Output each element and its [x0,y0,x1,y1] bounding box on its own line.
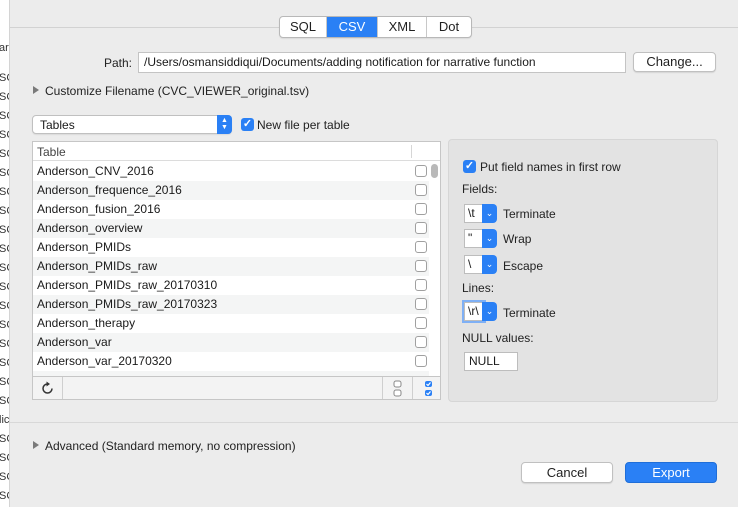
dropdown-chevron-icon[interactable]: ⌄ [482,255,497,274]
disclosure-triangle-icon[interactable] [33,441,39,449]
dropdown-chevron-icon[interactable]: ⌄ [482,204,497,223]
row-checkbox[interactable] [415,165,427,177]
table-row[interactable]: Anderson_fusion_2016 [33,200,429,219]
row-checkbox[interactable] [415,260,427,272]
table-name: Anderson_fusion_2016 [37,202,161,216]
format-segmented-control[interactable]: SQL CSV XML Dot [279,16,472,38]
disclosure-triangle-icon[interactable] [33,86,39,94]
table-row[interactable]: Anderson_PMIDs_raw_20170323 [33,295,429,314]
tab-sql[interactable]: SQL [280,17,327,37]
table-name: Anderson_CNV_2016 [37,164,154,178]
lines-label: Lines: [462,281,495,295]
popup-arrows-icon: ▲ ▼ [217,115,232,134]
deselect-all-icon [393,380,402,397]
null-values-label: NULL values: [462,331,534,345]
table-row[interactable]: Anderson_PMIDs_raw [33,257,429,276]
advanced-options-label[interactable]: Advanced (Standard memory, no compressio… [45,439,296,453]
refresh-button[interactable] [33,377,63,399]
field-terminate-input[interactable]: \t [464,204,484,223]
export-button[interactable]: Export [625,462,717,483]
table-row[interactable]: Anderson_CNV_2016 [33,162,429,181]
tab-csv[interactable]: CSV [327,17,378,37]
table-footer-bar [33,376,440,399]
row-checkbox[interactable] [415,298,427,310]
table-name: Anderson_var_20170320 [37,354,172,368]
tab-dot[interactable]: Dot [427,17,471,37]
lines-terminate-label: Terminate [503,306,556,320]
table-name: Anderson_frequence_2016 [37,183,182,197]
table-name: Anderson_therapy [37,316,136,330]
table-name: Anderson_overview [37,221,143,235]
cancel-button[interactable]: Cancel [521,462,613,483]
row-checkbox[interactable] [415,241,427,253]
table-name: Anderson_PMIDs_raw_20170310 [37,278,218,292]
path-label: Path: [104,56,133,70]
customize-filename-label[interactable]: Customize Filename (CVC_VIEWER_original.… [45,84,309,98]
field-escape-input[interactable]: \ [464,255,484,274]
table-column-header[interactable]: Table [37,145,66,159]
row-checkbox[interactable] [415,203,427,215]
dropdown-chevron-icon[interactable]: ⌄ [482,229,497,248]
tables-list[interactable]: Table Anderson_CNV_2016 Anderson_frequen… [32,141,441,400]
deselect-all-button[interactable] [382,377,412,399]
table-row[interactable]: Anderson_PMIDs_raw_20170310 [33,276,429,295]
row-checkbox[interactable] [415,336,427,348]
tab-xml[interactable]: XML [378,17,427,37]
table-row[interactable]: Anderson_frequence_2016 [33,181,429,200]
background-window-strip: arl SC SC SC SC SC SC SC SC SC SC SC SC … [0,0,10,507]
table-row[interactable]: Anderson_overview [33,219,429,238]
row-checkbox[interactable] [415,222,427,234]
field-wrap-input[interactable]: " [464,229,484,248]
path-field[interactable]: /Users/osmansiddiqui/Documents/adding no… [138,52,626,73]
tables-popup-value: Tables [40,118,75,132]
field-names-checkbox-icon[interactable]: ✓ [463,160,476,173]
select-all-icon [425,381,432,396]
table-row[interactable]: Anderson_var_20170320 [33,352,429,371]
new-file-per-table-label: New file per table [257,118,350,132]
field-terminate-label: Terminate [503,207,556,221]
new-file-per-table-checkbox-icon[interactable]: ✓ [241,118,254,131]
table-name: Anderson_var [37,335,112,349]
dropdown-chevron-icon[interactable]: ⌄ [482,302,497,321]
row-checkbox[interactable] [415,317,427,329]
table-header: Table [33,142,440,161]
field-wrap-label: Wrap [503,232,532,246]
bottom-divider [10,422,738,423]
table-row[interactable]: Anderson_therapy [33,314,429,333]
field-names-label: Put field names in first row [480,160,621,174]
lines-terminate-input[interactable]: \r\ [464,302,484,321]
row-checkbox[interactable] [415,184,427,196]
table-name: Anderson_PMIDs_raw_20170323 [37,297,218,311]
fields-label: Fields: [462,182,498,196]
table-name: Anderson_PMIDs_raw [37,259,158,273]
row-checkbox[interactable] [415,355,427,367]
table-rows: Anderson_CNV_2016 Anderson_frequence_201… [33,162,429,390]
select-all-button[interactable] [412,377,440,399]
table-row[interactable]: Anderson_PMIDs [33,238,429,257]
column-separator [411,145,412,158]
refresh-icon [42,381,53,394]
table-row[interactable]: Anderson_var [33,333,429,352]
field-escape-label: Escape [503,259,544,273]
row-checkbox[interactable] [415,279,427,291]
null-values-input[interactable]: NULL [464,352,518,371]
tables-popup[interactable]: Tables ▲ ▼ [32,115,232,134]
vertical-scrollbar[interactable] [431,164,438,178]
change-button[interactable]: Change... [633,52,716,72]
table-name: Anderson_PMIDs [37,240,132,254]
